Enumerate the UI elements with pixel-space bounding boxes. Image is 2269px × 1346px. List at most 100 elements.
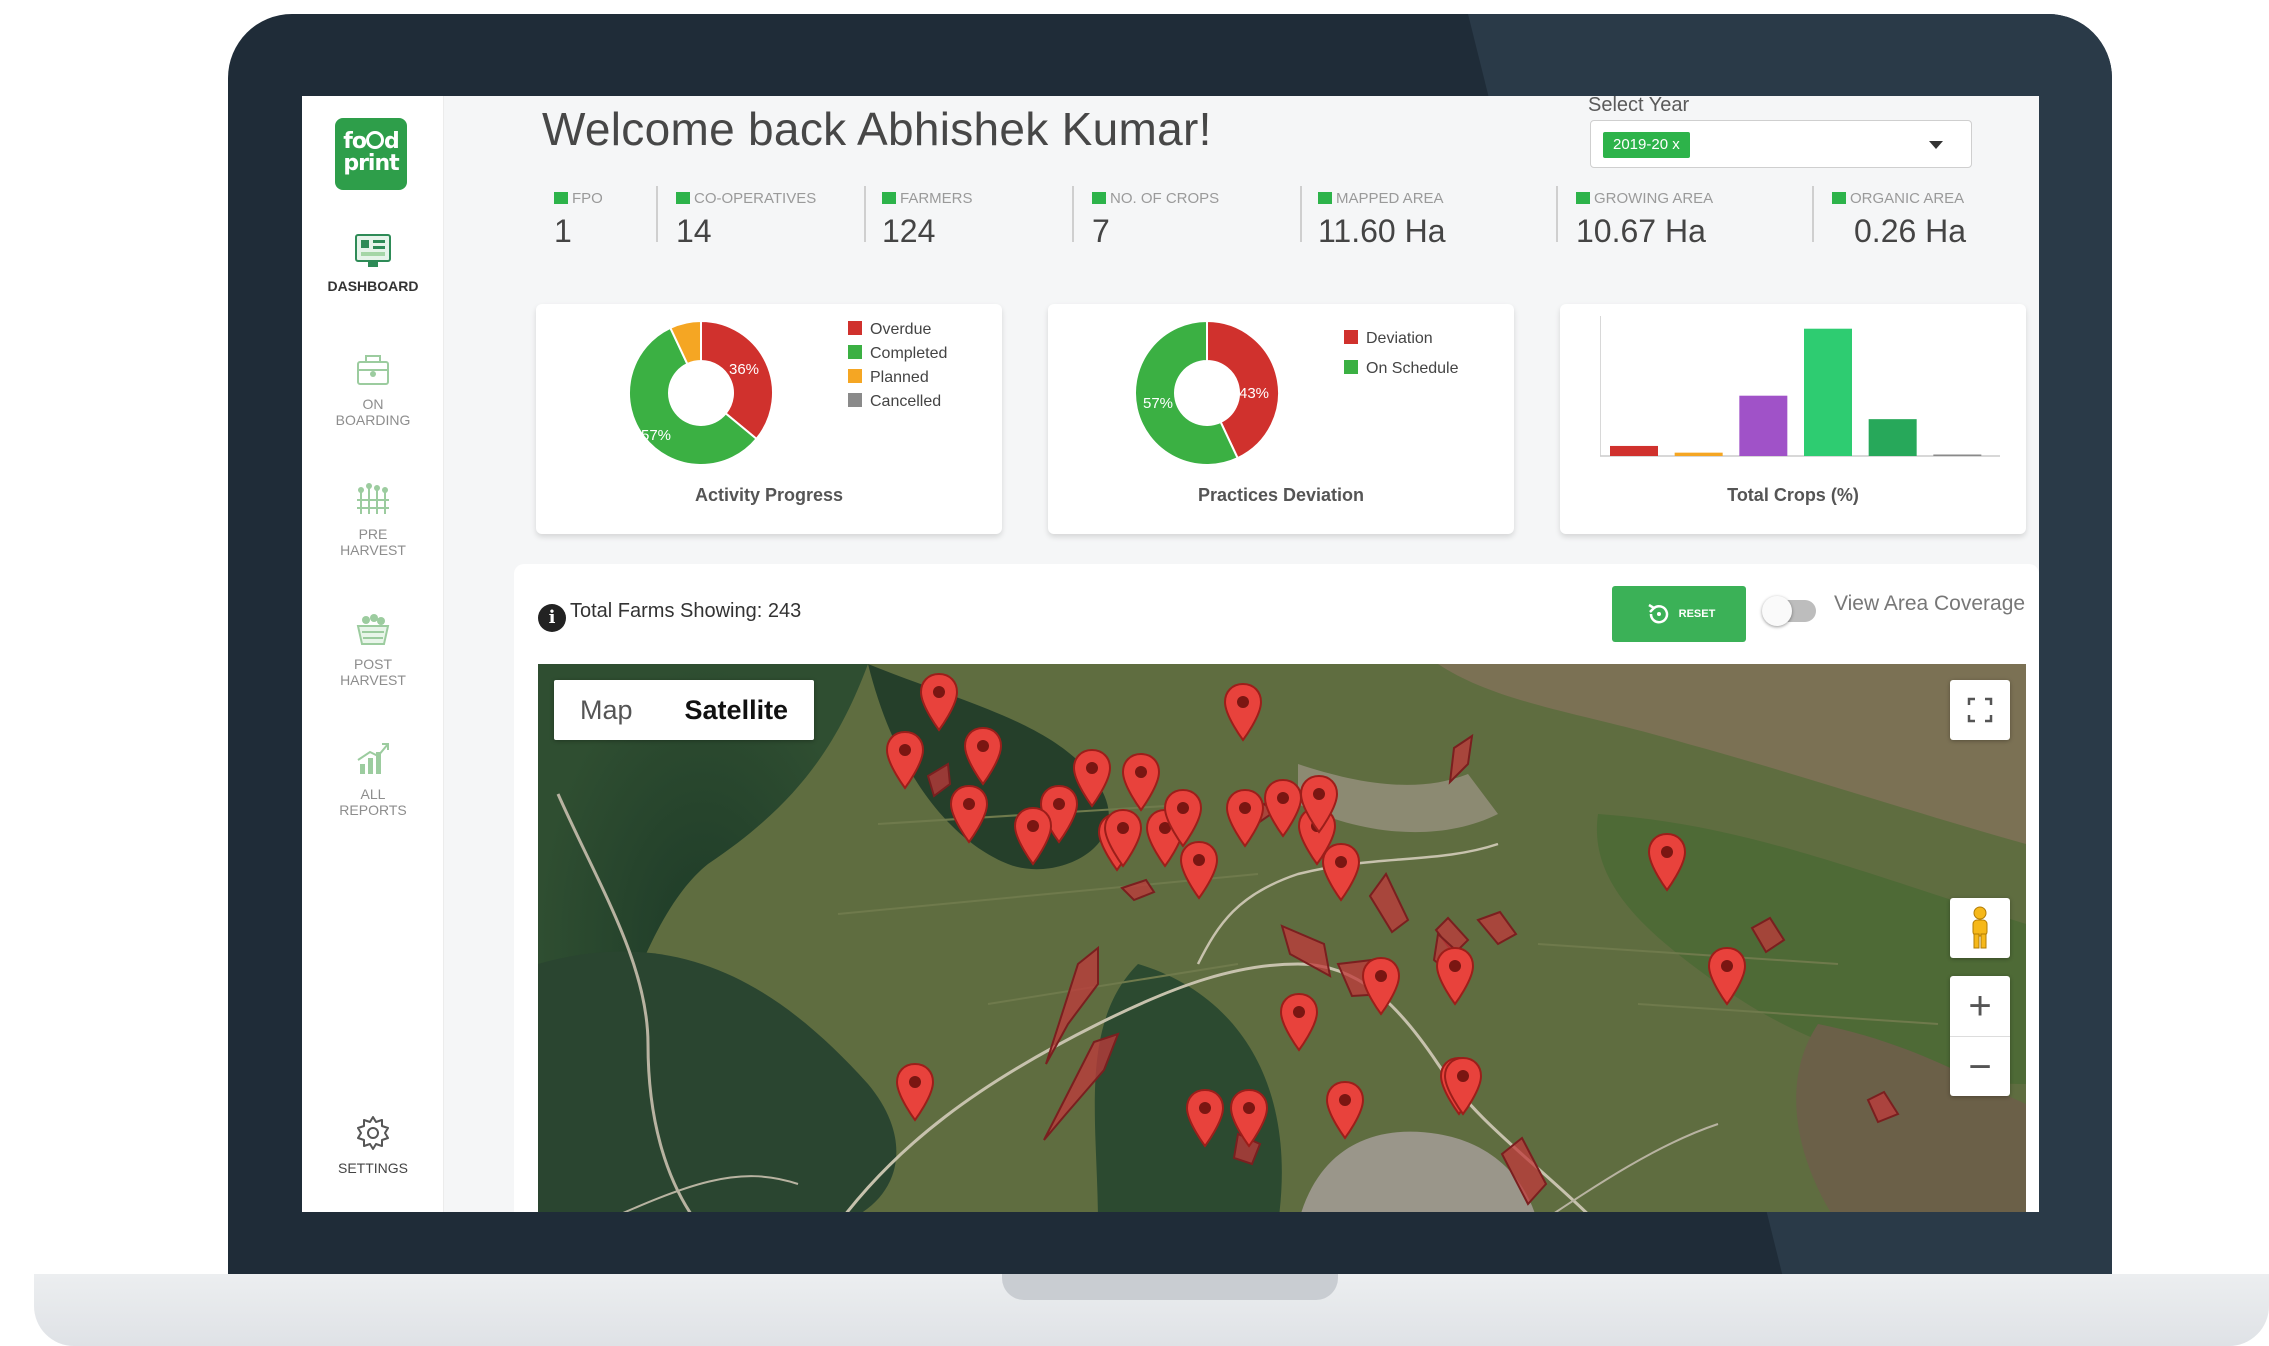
map-tab[interactable]: Map xyxy=(554,680,659,740)
data-label: 36% xyxy=(729,361,759,378)
year-select[interactable]: 2019-20 x xyxy=(1590,120,1972,168)
crop-bar-5[interactable] xyxy=(1868,419,1917,456)
sidebar-item-pre-harvest[interactable]: PRE HARVEST xyxy=(302,478,444,558)
sidebar-item-label: PRE HARVEST xyxy=(340,526,406,558)
gear-icon xyxy=(357,1116,389,1150)
crop-bar-4[interactable] xyxy=(1804,328,1852,456)
food-print-logo[interactable]: fo d print xyxy=(335,118,407,190)
farm-marker-icon[interactable] xyxy=(918,672,960,734)
chevron-down-icon[interactable] xyxy=(1929,141,1943,149)
stat-value: 7 xyxy=(1092,213,1110,249)
crop-bar-2[interactable] xyxy=(1674,452,1723,456)
stat-fpo: FPO 1 xyxy=(554,190,603,250)
farm-marker-icon[interactable] xyxy=(948,784,990,846)
farm-marker-icon[interactable] xyxy=(1222,682,1264,744)
stat-value: 0.26 Ha xyxy=(1854,213,1967,249)
deviation-legend: Deviation On Schedule xyxy=(1344,324,1459,384)
legend-label: Overdue xyxy=(870,321,932,338)
stat-label: FPO xyxy=(572,190,603,207)
satellite-imagery[interactable] xyxy=(538,664,2026,1212)
stat-marker xyxy=(1576,192,1590,204)
farm-marker-icon[interactable] xyxy=(1706,946,1748,1008)
chart-title: Activity Progress xyxy=(694,485,844,505)
sidebar-item-all-reports[interactable]: ALL REPORTS xyxy=(302,738,444,818)
farm-marker-icon[interactable] xyxy=(1360,956,1402,1018)
stat-label: GROWING AREA xyxy=(1594,190,1714,207)
crop-bar-1[interactable] xyxy=(1610,445,1658,456)
stat-marker xyxy=(1832,192,1846,204)
dashboard-icon xyxy=(355,234,391,267)
street-view-button[interactable] xyxy=(1950,898,2010,958)
sidebar-item-dashboard[interactable]: DASHBOARD xyxy=(302,230,444,294)
sidebar-item-label: ALL REPORTS xyxy=(339,786,407,818)
crop-bar-3[interactable] xyxy=(1739,395,1788,456)
sidebar-item-onboarding[interactable]: ON BOARDING xyxy=(302,348,444,428)
reset-icon xyxy=(1648,603,1668,624)
legend-swatch xyxy=(848,393,862,407)
farm-marker-icon[interactable] xyxy=(1278,992,1320,1054)
farm-marker-icon[interactable] xyxy=(1298,774,1340,836)
reset-button[interactable]: RESET xyxy=(1612,586,1746,642)
legend-swatch xyxy=(848,321,862,335)
farm-marker-icon[interactable] xyxy=(1102,808,1144,870)
pre-harvest-icon xyxy=(357,483,389,514)
farm-marker-icon[interactable] xyxy=(1120,752,1162,814)
farm-marker-icon[interactable] xyxy=(1434,946,1476,1008)
info-icon[interactable]: i xyxy=(538,604,566,632)
legend-label: Planned xyxy=(870,369,929,386)
legend-label: On Schedule xyxy=(1366,360,1459,377)
zoom-out-button[interactable]: − xyxy=(1950,1036,2010,1096)
farm-marker-icon[interactable] xyxy=(1228,1088,1270,1150)
stat-value: 1 xyxy=(554,213,572,249)
toggle-knob[interactable] xyxy=(1762,596,1792,626)
fullscreen-button[interactable] xyxy=(1950,680,2010,740)
practices-deviation-card: 43% 57% Deviation On Schedule Practices D… xyxy=(1048,304,1514,534)
stat-value: 10.67 Ha xyxy=(1576,213,1706,249)
farm-marker-icon[interactable] xyxy=(1184,1088,1226,1150)
stat-marker xyxy=(1092,192,1106,204)
view-area-coverage-toggle[interactable] xyxy=(1762,596,1816,626)
farm-marker-icon[interactable] xyxy=(1224,788,1266,850)
farm-marker-icon[interactable] xyxy=(1646,832,1688,894)
total-farms-text: i Total Farms Showing: 243 xyxy=(538,600,801,632)
onboarding-icon xyxy=(357,355,389,385)
donut-slice-overdue[interactable] xyxy=(700,319,774,441)
data-label: 57% xyxy=(641,427,671,444)
year-chip[interactable]: 2019-20 x xyxy=(1603,132,1690,158)
year-select-label: Select Year xyxy=(1588,96,1690,116)
sidebar-item-label: DASHBOARD xyxy=(327,278,419,294)
crop-bar-6[interactable] xyxy=(1933,454,1982,457)
sidebar: fo d print DASHBOARD ON BOARDING PRE HARVE… xyxy=(302,96,444,1212)
farm-marker-icon[interactable] xyxy=(1442,1056,1484,1118)
farm-marker-icon[interactable] xyxy=(1012,806,1054,868)
stat-label: NO. OF CROPS xyxy=(1110,190,1220,207)
reset-label: RESET xyxy=(1678,608,1716,620)
legend-swatch xyxy=(848,345,862,359)
laptop-notch xyxy=(1002,1274,1338,1300)
farm-marker-icon[interactable] xyxy=(894,1062,936,1124)
farm-marker-icon[interactable] xyxy=(1324,1080,1366,1142)
sidebar-item-settings[interactable]: SETTINGS xyxy=(302,1112,444,1176)
stat-label: FARMERS xyxy=(900,190,973,207)
farm-marker-icon[interactable] xyxy=(884,730,926,792)
stat-divider xyxy=(864,186,866,242)
satellite-tab[interactable]: Satellite xyxy=(659,680,815,740)
legend-label: Deviation xyxy=(1366,330,1433,347)
farm-marker-icon[interactable] xyxy=(1320,842,1362,904)
stat-farmers: FARMERS 124 xyxy=(882,190,973,250)
farm-marker-icon[interactable] xyxy=(1178,840,1220,902)
stat-divider xyxy=(656,186,658,242)
stat-label: CO-OPERATIVES xyxy=(694,190,817,207)
total-farms-label: Total Farms Showing: 243 xyxy=(570,600,802,622)
zoom-control: + − xyxy=(1950,976,2010,1096)
satellite-map[interactable]: Map Satellite + − xyxy=(538,664,2026,1212)
legend-item: On Schedule xyxy=(1344,354,1459,384)
farm-marker-icon[interactable] xyxy=(962,726,1004,788)
total-crops-card: Total Crops (%) xyxy=(1560,304,2026,534)
stat-label: ORGANIC AREA xyxy=(1850,190,1965,207)
sidebar-item-post-harvest[interactable]: POST HARVEST xyxy=(302,608,444,688)
sidebar-item-label: ON BOARDING xyxy=(335,396,411,428)
activity-legend: Overdue Completed Planned Cancelled xyxy=(848,318,947,414)
zoom-in-button[interactable]: + xyxy=(1950,976,2010,1036)
legend-swatch xyxy=(1344,330,1358,344)
